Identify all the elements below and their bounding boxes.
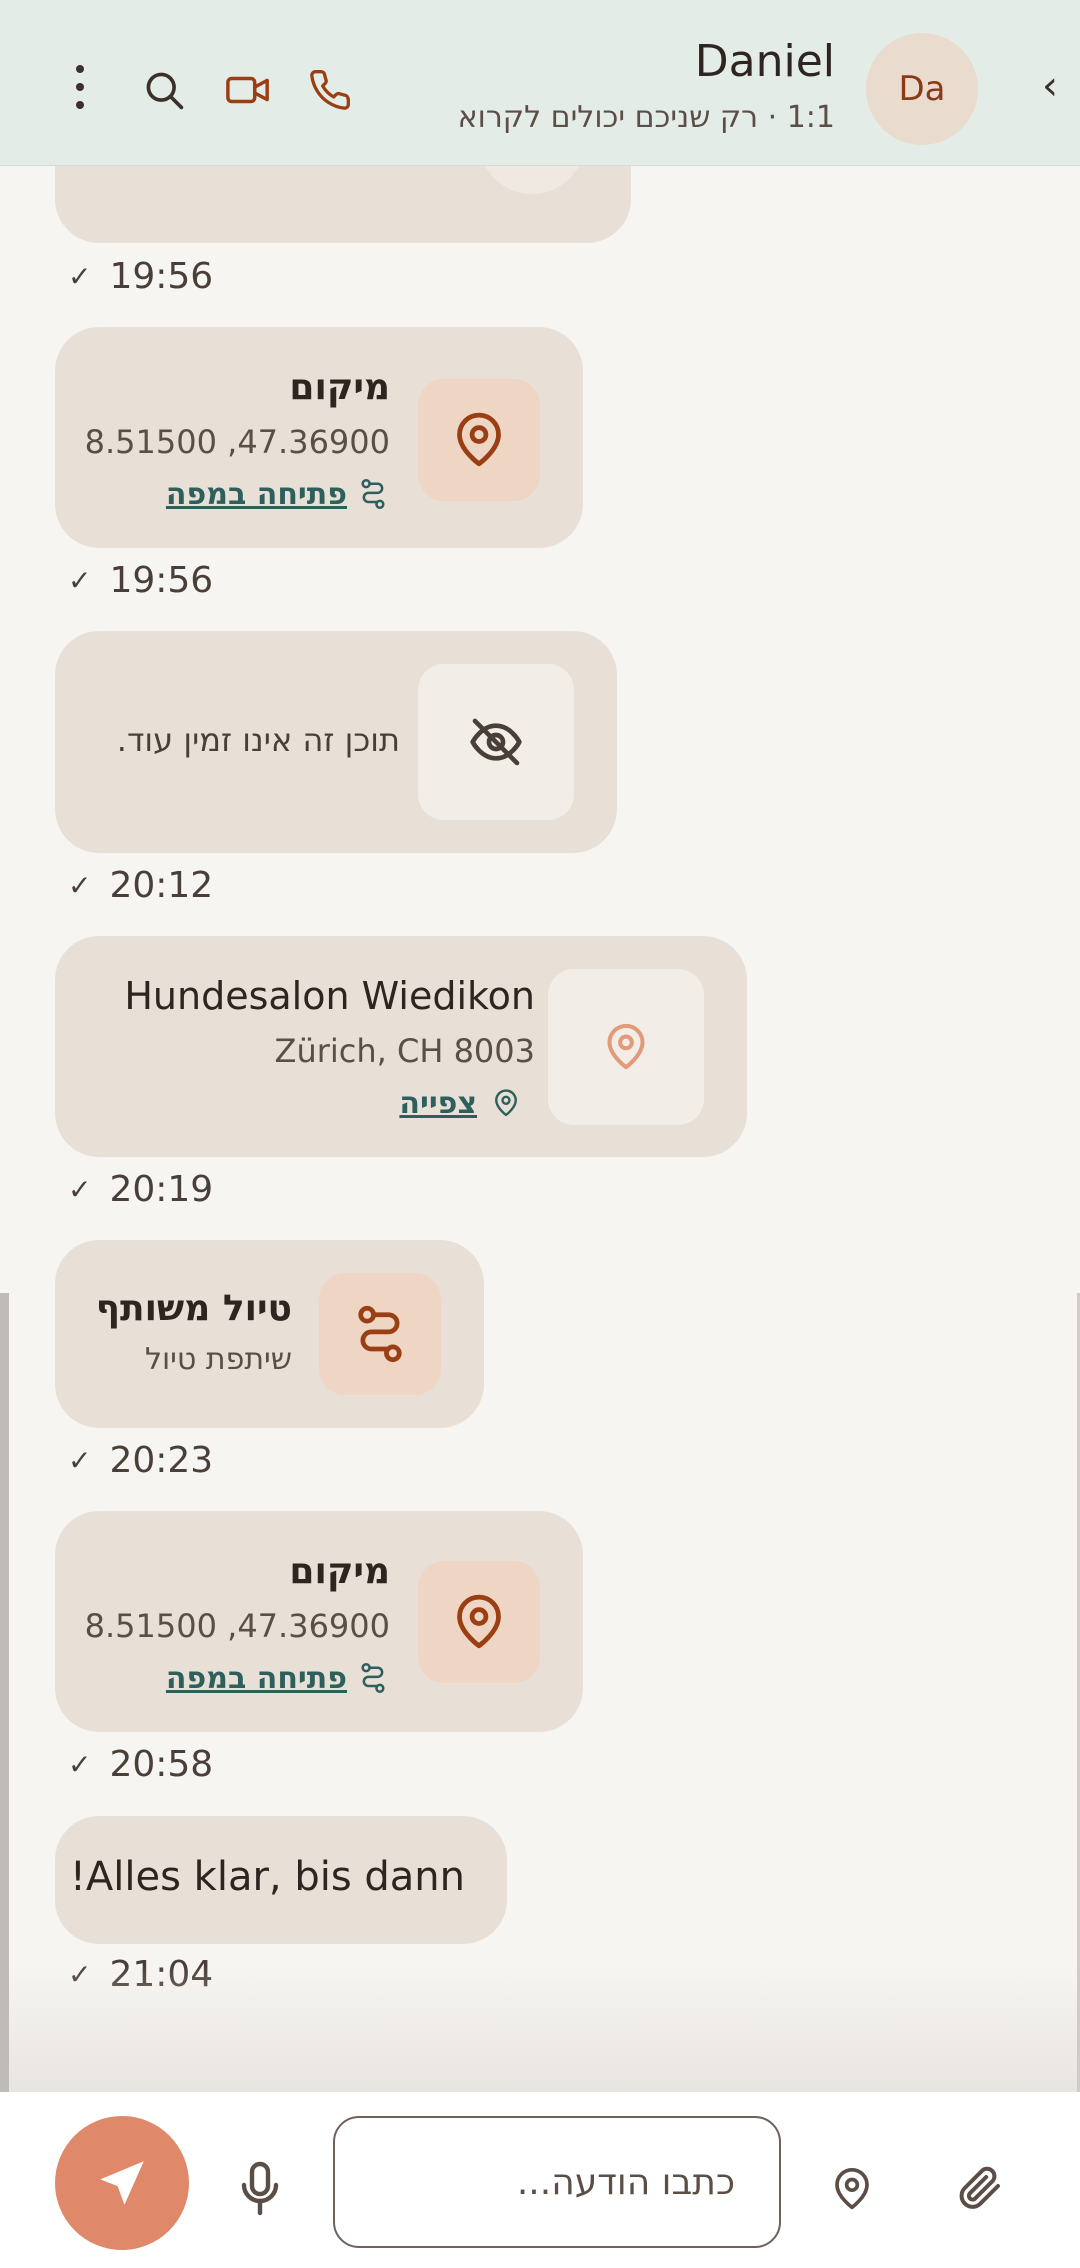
message-time: ✓ 19:56 [68,560,214,601]
route-icon [357,477,389,511]
place-icon-box [548,969,704,1125]
search-icon [146,72,184,110]
back-button[interactable]: ‹ [1020,56,1080,116]
open-in-map-link[interactable]: פתיחה במפה [166,477,347,512]
eye-off-icon [470,718,522,766]
more-vertical-icon [76,65,84,109]
unavailable-message[interactable]: תוכן זה אינו זמין עוד. [55,631,617,853]
message-composer [0,2092,1080,2268]
chat-subtitle: 1:1 · רק שניכם יכולים לקרוא [457,100,835,135]
check-icon: ✓ [68,869,92,902]
text-message[interactable]: !Alles klar, bis dann [55,1816,507,1944]
location-coords: 8.51500 ,47.36900 [84,423,390,461]
message-input[interactable] [333,2116,781,2248]
check-icon: ✓ [68,1444,92,1477]
chevron-left-icon: ‹ [1042,63,1058,109]
place-message[interactable]: Hundesalon Wiedikon Zürich, CH 8003 צפיי… [55,936,747,1157]
location-message[interactable]: מיקום 8.51500 ,47.36900 פתיחה במפה [55,1511,583,1732]
route-icon [358,1305,402,1363]
more-menu-button[interactable] [60,52,100,122]
location-message[interactable]: מיקום 8.51500 ,47.36900 פתיחה במפה [55,327,583,548]
map-pin-icon [457,1594,501,1649]
search-button[interactable] [132,58,196,122]
check-icon: ✓ [68,260,92,293]
check-icon: ✓ [68,1173,92,1206]
message-text: !Alles klar, bis dann [69,1854,465,1900]
check-icon: ✓ [68,1748,92,1781]
hidden-icon-box [418,664,574,820]
message-time: ✓ 20:19 [68,1169,214,1210]
open-in-map-link[interactable]: פתיחה במפה [166,1661,347,1696]
message-time: ✓ 20:12 [68,865,214,906]
message-bubble[interactable] [55,166,631,243]
phone-icon [310,70,350,110]
location-title: מיקום [289,1551,390,1592]
location-icon-box [418,1561,540,1683]
route-icon-box [319,1273,441,1395]
microphone-icon [241,2161,279,2216]
place-address: Zürich, CH 8003 [274,1032,535,1070]
map-pin-icon [457,412,501,467]
map-pin-icon [607,1023,645,1070]
send-button[interactable] [55,2116,189,2250]
attach-button[interactable] [952,2154,1008,2220]
walk-title: טיול משותף [95,1288,292,1329]
avatar[interactable]: Da [866,33,978,145]
message-time: ✓ 20:23 [68,1440,214,1481]
message-time: ✓ 20:58 [68,1744,214,1785]
video-call-button[interactable] [216,58,280,122]
route-icon [357,1661,389,1695]
shared-walk-message[interactable]: טיול משותף שיתפת טיול [55,1240,484,1428]
scrollbar[interactable] [0,1293,9,2092]
video-camera-icon [226,76,269,104]
bottom-fade [0,1966,1080,2092]
unavailable-text: תוכן זה אינו זמין עוד. [116,721,400,759]
send-icon [100,2161,144,2205]
chat-header: ‹ Da Daniel 1:1 · רק שניכם יכולים לקרוא [0,0,1080,166]
map-pin-icon [491,1086,521,1120]
walk-subtitle: שיתפת טיול [144,1342,292,1377]
place-title: Hundesalon Wiedikon [124,974,535,1018]
message-list[interactable]: ✓ 19:56 מיקום 8.51500 ,47.36900 פתיחה במ… [0,166,1080,2092]
call-button[interactable] [298,58,362,122]
paperclip-icon [959,2166,1000,2209]
map-pin-icon [835,2168,869,2210]
location-title: מיקום [289,367,390,408]
view-place-link[interactable]: צפייה [399,1086,477,1121]
share-location-button[interactable] [828,2156,876,2222]
check-icon: ✓ [68,564,92,597]
avatar-initials: Da [898,69,946,109]
bubble-decoration [479,166,585,194]
location-coords: 8.51500 ,47.36900 [84,1607,390,1645]
mic-button[interactable] [231,2156,289,2222]
contact-name[interactable]: Daniel [695,36,835,87]
location-icon-box [418,379,540,501]
message-time: ✓ 19:56 [68,256,214,297]
